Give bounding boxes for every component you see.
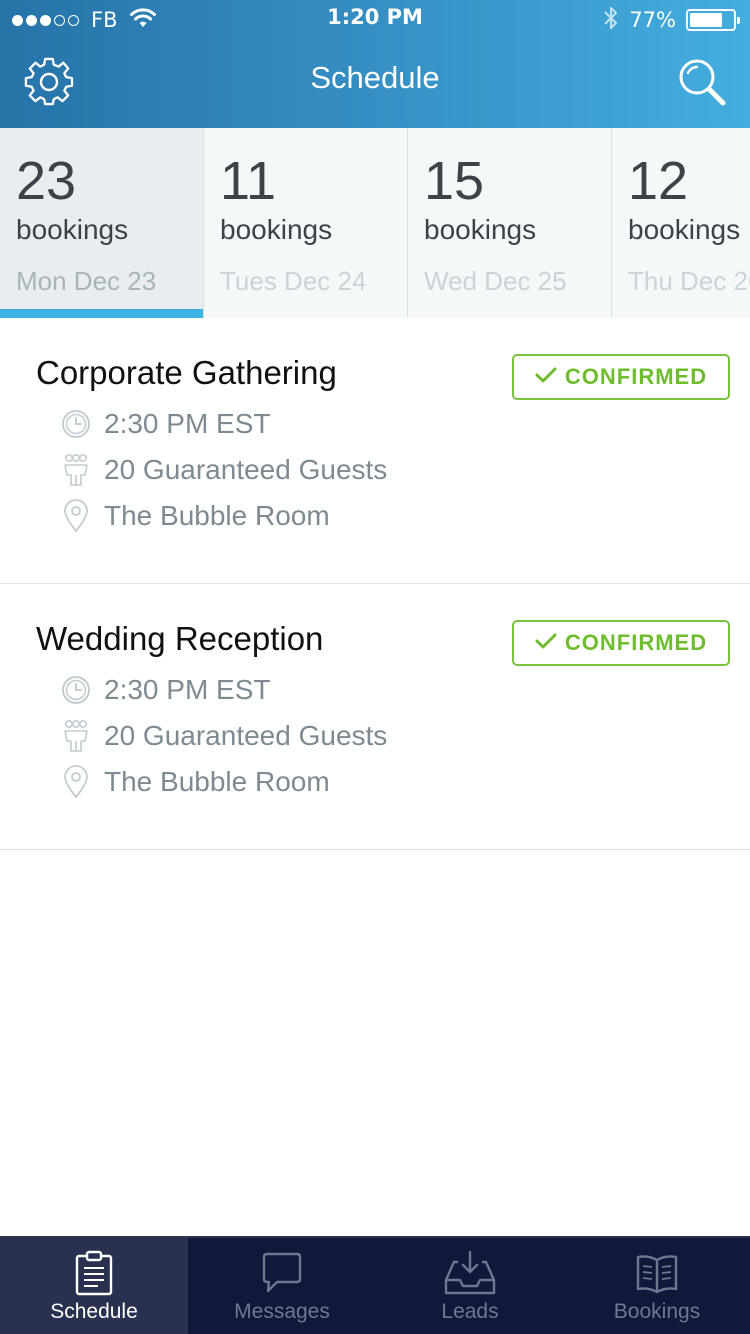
tab-bookings[interactable]: Bookings [564,1238,750,1334]
status-right: 77% [603,4,740,36]
guests-icon [60,453,92,487]
book-icon [635,1250,679,1296]
status-bar: FB 1:20 PM 77% [0,0,750,40]
clock-icon [60,407,92,441]
checkmark-icon [535,630,557,656]
booking-guests-row: 20 Guaranteed Guests [60,450,387,490]
booking-count-label: bookings [424,214,537,245]
chat-bubble-icon [261,1250,303,1296]
battery-tip [737,17,740,24]
active-tab-indicator [0,309,203,318]
booking-list: Corporate Gathering CONFIRMED 2:30 PM ES… [0,318,750,850]
clipboard-icon [74,1250,114,1296]
booking-location-row: The Bubble Room [60,762,330,802]
booking-count: 23 [16,151,77,211]
location-pin-icon [60,765,92,799]
status-badge: CONFIRMED [512,620,730,666]
guests-icon [60,719,92,753]
inbox-download-icon [444,1250,496,1296]
date-tab-thu-dec-26[interactable]: 12 bookings Thu Dec 26 [612,128,750,318]
booking-title: Wedding Reception [36,620,324,657]
booking-count-label: bookings [16,214,129,245]
tab-date: Wed Dec 25 [424,266,567,296]
tab-label: Leads [441,1300,499,1323]
tab-date: Thu Dec 26 [628,266,750,296]
tab-messages[interactable]: Messages [188,1238,376,1334]
nav-bar: Schedule [0,40,750,128]
date-tab-mon-dec-23[interactable]: 23 bookings Mon Dec 23 [0,128,204,318]
booking-location-row: The Bubble Room [60,496,330,536]
battery-fill [690,13,723,27]
booking-count: 15 [424,151,485,211]
booking-count-label: bookings [628,214,741,245]
status-badge: CONFIRMED [512,354,730,400]
location-pin-icon [60,499,92,533]
booking-time: 2:30 PM EST [104,408,271,439]
status-label: CONFIRMED [564,364,708,389]
tab-leads[interactable]: Leads [376,1238,564,1334]
booking-count: 12 [628,151,689,211]
tab-label: Messages [234,1300,330,1323]
search-icon [676,56,728,112]
date-tab-tues-dec-24[interactable]: 11 bookings Tues Dec 24 [204,128,408,318]
booking-card[interactable]: Corporate Gathering CONFIRMED 2:30 PM ES… [0,318,750,584]
booking-time-row: 2:30 PM EST [60,670,271,710]
bluetooth-icon [603,5,619,35]
status-label: CONFIRMED [564,630,708,655]
clock-icon [60,673,92,707]
booking-guests-row: 20 Guaranteed Guests [60,716,387,756]
tab-date: Mon Dec 23 [16,266,157,296]
page-title: Schedule [310,60,440,95]
booking-count-label: bookings [220,214,333,245]
booking-title: Corporate Gathering [36,354,337,391]
booking-guests: 20 Guaranteed Guests [104,720,388,751]
booking-time-row: 2:30 PM EST [60,404,271,444]
search-button[interactable] [676,58,728,110]
tab-date: Tues Dec 24 [220,266,367,296]
booking-count: 11 [220,151,277,211]
battery-percent: 77% [629,8,676,32]
date-tabs: 23 bookings Mon Dec 23 11 bookings Tues … [0,128,750,318]
tab-bar: Schedule Messages Leads Bookings [0,1236,750,1334]
header: FB 1:20 PM 77% Schedule [0,0,750,128]
battery-icon [686,9,740,31]
tab-label: Schedule [50,1300,138,1323]
booking-guests: 20 Guaranteed Guests [104,454,388,485]
checkmark-icon [535,364,557,390]
tab-label: Bookings [613,1300,701,1323]
tab-schedule[interactable]: Schedule [0,1238,188,1334]
date-tab-wed-dec-25[interactable]: 15 bookings Wed Dec 25 [408,128,612,318]
booking-card[interactable]: Wedding Reception CONFIRMED 2:30 PM EST … [0,584,750,850]
booking-location: The Bubble Room [104,500,330,531]
booking-time: 2:30 PM EST [104,674,271,705]
booking-location: The Bubble Room [104,766,330,797]
